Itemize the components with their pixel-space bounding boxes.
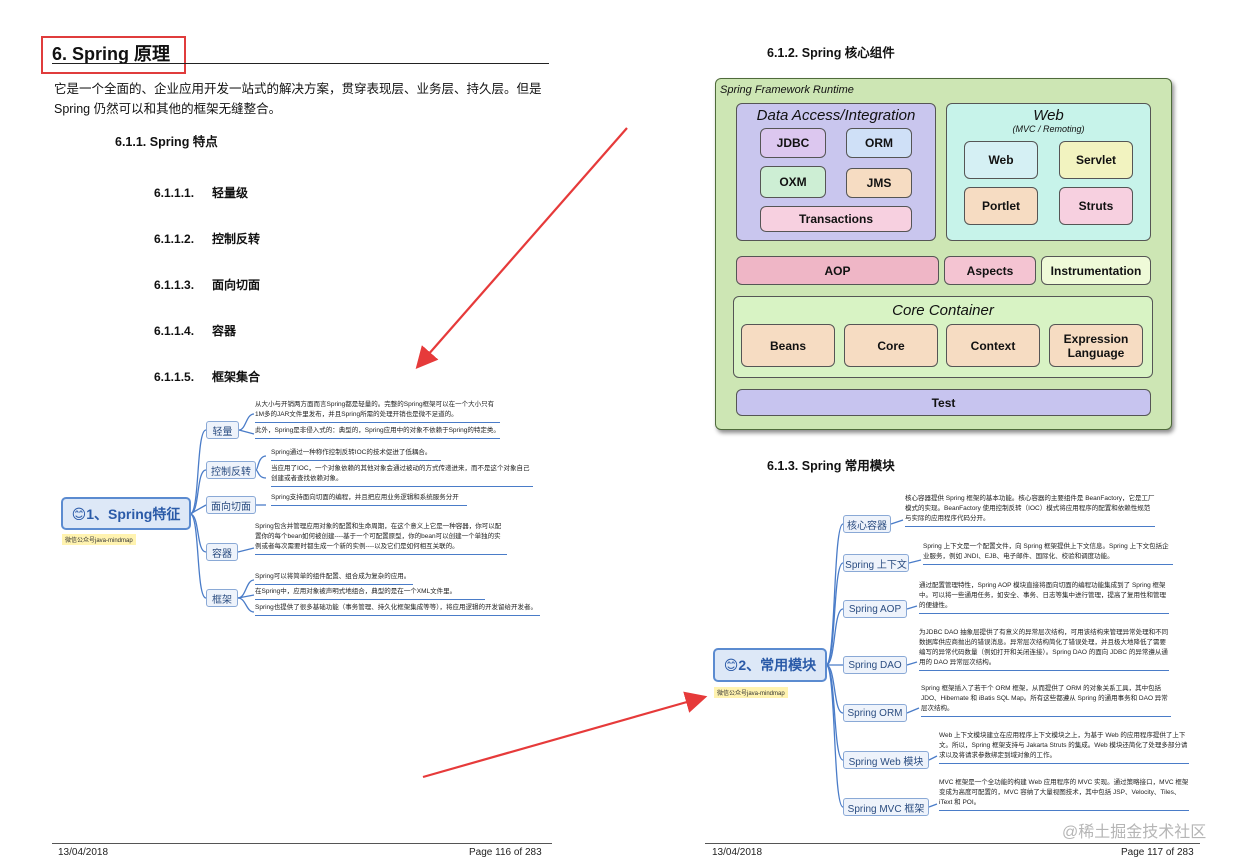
red-arrow-2: [422, 691, 708, 779]
annotation-arrows: [415, 127, 708, 779]
red-arrow-1: [415, 127, 628, 369]
